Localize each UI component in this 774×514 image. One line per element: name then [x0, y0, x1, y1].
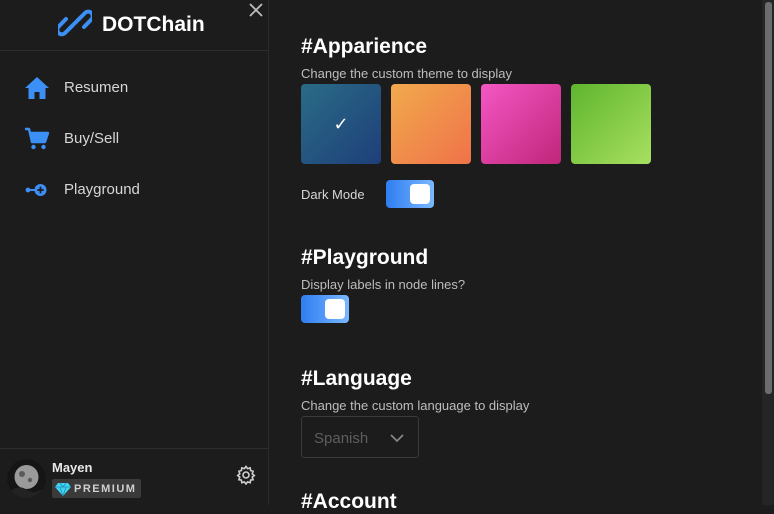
chevron-down-icon	[390, 434, 404, 443]
chain-link-icon	[58, 9, 92, 37]
settings-panel: #Apparience Change the custom theme to d…	[270, 0, 762, 513]
toggle-knob	[410, 184, 430, 204]
appearance-title: #Apparience	[301, 35, 428, 58]
check-icon: ✓	[333, 113, 349, 134]
close-icon[interactable]	[248, 2, 264, 18]
theme-swatch-green[interactable]	[571, 84, 651, 164]
sidebar-item-label: Playground	[64, 181, 140, 198]
sidebar-item-label: Buy/Sell	[64, 130, 120, 147]
node-add-icon	[25, 184, 47, 196]
theme-swatch-pink[interactable]	[481, 84, 561, 164]
avatar-image	[7, 459, 46, 498]
sidebar-item-playground[interactable]: Playground	[0, 170, 269, 210]
brand-header: DOTChain	[0, 0, 269, 51]
brand-name: DOTChain	[102, 13, 205, 36]
appearance-description: Change the custom theme to display	[301, 66, 513, 81]
node-labels-toggle[interactable]	[301, 295, 349, 323]
avatar[interactable]	[7, 459, 46, 498]
gear-icon[interactable]	[236, 465, 256, 485]
scrollbar[interactable]	[762, 0, 774, 505]
username: Mayen	[52, 460, 93, 475]
dark-mode-label: Dark Mode	[301, 187, 365, 202]
theme-swatch-orange[interactable]	[391, 84, 471, 164]
language-description: Change the custom language to display	[301, 398, 530, 413]
language-select[interactable]: Spanish	[301, 416, 419, 458]
language-select-value: Spanish	[314, 430, 369, 447]
language-title: #Language	[301, 367, 412, 390]
home-icon	[25, 77, 49, 99]
playground-description: Display labels in node lines?	[301, 277, 466, 292]
sidebar-item-label: Resumen	[64, 79, 129, 96]
diamond-icon	[55, 482, 71, 496]
dark-mode-toggle[interactable]	[386, 180, 434, 208]
scrollbar-thumb[interactable]	[765, 2, 772, 394]
cart-icon	[25, 127, 50, 150]
sidebar-item-buy-sell[interactable]: Buy/Sell	[0, 119, 269, 159]
toggle-knob	[325, 299, 345, 319]
playground-title: #Playground	[301, 246, 429, 269]
premium-badge: PREMIUM	[52, 479, 142, 498]
premium-label: PREMIUM	[74, 482, 137, 495]
sidebar: DOTChain Resumen Buy/Sell Playground May…	[0, 0, 269, 505]
sidebar-item-resumen[interactable]: Resumen	[0, 68, 269, 108]
account-title: #Account	[301, 490, 397, 513]
user-panel: Mayen PREMIUM	[0, 448, 269, 505]
theme-swatch-blue[interactable]: ✓	[301, 84, 381, 164]
